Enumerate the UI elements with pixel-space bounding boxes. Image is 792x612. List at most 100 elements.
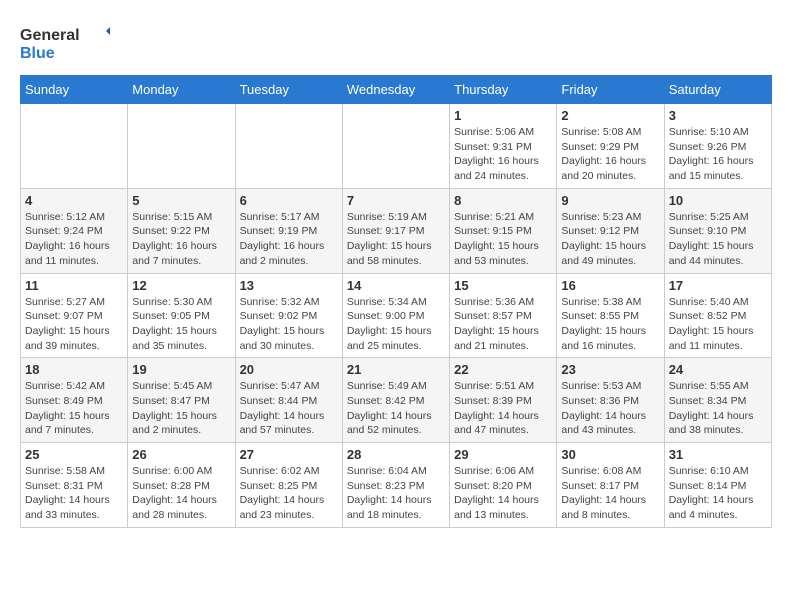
day-info: Sunrise: 5:47 AMSunset: 8:44 PMDaylight:… [240, 379, 338, 438]
cell-w2-d2: 5Sunrise: 5:15 AMSunset: 9:22 PMDaylight… [128, 188, 235, 273]
day-number: 4 [25, 193, 123, 208]
day-info: Sunrise: 5:06 AMSunset: 9:31 PMDaylight:… [454, 125, 552, 184]
cell-w2-d5: 8 Sunrise: 5:21 AMSunset: 9:15 PMDaylight… [450, 188, 557, 273]
logo-svg: General Blue [20, 20, 110, 65]
day-info: Sunrise: 6:06 AMSunset: 8:20 PMDaylight:… [454, 464, 552, 523]
day-number: 25 [25, 447, 123, 462]
day-info: Sunrise: 5:36 AMSunset: 8:57 PMDaylight:… [454, 295, 552, 354]
day-info: Sunrise: 5:12 AMSunset: 9:24 PMDaylight:… [25, 210, 123, 269]
cell-w4-d6: 23 Sunrise: 5:53 AMSunset: 8:36 PMDayligh… [557, 358, 664, 443]
day-info: Sunrise: 5:40 AMSunset: 8:52 PMDaylight:… [669, 295, 767, 354]
week-row-5: 25Sunrise: 5:58 AMSunset: 8:31 PMDayligh… [21, 443, 772, 528]
cell-w5-d1: 25Sunrise: 5:58 AMSunset: 8:31 PMDayligh… [21, 443, 128, 528]
day-info: Sunrise: 5:51 AMSunset: 8:39 PMDaylight:… [454, 379, 552, 438]
cell-w2-d3: 6Sunrise: 5:17 AMSunset: 9:19 PMDaylight… [235, 188, 342, 273]
day-number: 18 [25, 362, 123, 377]
day-info: Sunrise: 6:08 AMSunset: 8:17 PMDaylight:… [561, 464, 659, 523]
day-number: 17 [669, 278, 767, 293]
cell-w3-d2: 12Sunrise: 5:30 AMSunset: 9:05 PMDayligh… [128, 273, 235, 358]
day-number: 20 [240, 362, 338, 377]
cell-w1-d1 [21, 104, 128, 189]
day-info: Sunrise: 6:00 AMSunset: 8:28 PMDaylight:… [132, 464, 230, 523]
day-number: 27 [240, 447, 338, 462]
day-number: 6 [240, 193, 338, 208]
day-info: Sunrise: 5:53 AMSunset: 8:36 PMDaylight:… [561, 379, 659, 438]
cell-w3-d1: 11Sunrise: 5:27 AMSunset: 9:07 PMDayligh… [21, 273, 128, 358]
day-number: 21 [347, 362, 445, 377]
cell-w2-d4: 7 Sunrise: 5:19 AMSunset: 9:17 PMDaylight… [342, 188, 449, 273]
day-number: 15 [454, 278, 552, 293]
cell-w4-d3: 20 Sunrise: 5:47 AMSunset: 8:44 PMDayligh… [235, 358, 342, 443]
day-info: Sunrise: 5:38 AMSunset: 8:55 PMDaylight:… [561, 295, 659, 354]
cell-w2-d6: 9 Sunrise: 5:23 AMSunset: 9:12 PMDaylight… [557, 188, 664, 273]
day-info: Sunrise: 5:49 AMSunset: 8:42 PMDaylight:… [347, 379, 445, 438]
page-header: General Blue [20, 20, 772, 65]
cell-w1-d3 [235, 104, 342, 189]
day-number: 16 [561, 278, 659, 293]
svg-text:Blue: Blue [20, 45, 55, 62]
day-info: Sunrise: 6:10 AMSunset: 8:14 PMDaylight:… [669, 464, 767, 523]
cell-w3-d3: 13Sunrise: 5:32 AMSunset: 9:02 PMDayligh… [235, 273, 342, 358]
header-saturday: Saturday [664, 76, 771, 104]
header-thursday: Thursday [450, 76, 557, 104]
week-row-1: 1Sunrise: 5:06 AMSunset: 9:31 PMDaylight… [21, 104, 772, 189]
cell-w1-d7: 3 Sunrise: 5:10 AMSunset: 9:26 PMDaylight… [664, 104, 771, 189]
day-number: 24 [669, 362, 767, 377]
day-number: 8 [454, 193, 552, 208]
day-info: Sunrise: 5:25 AMSunset: 9:10 PMDaylight:… [669, 210, 767, 269]
cell-w2-d7: 10 Sunrise: 5:25 AMSunset: 9:10 PMDayligh… [664, 188, 771, 273]
cell-w1-d6: 2 Sunrise: 5:08 AMSunset: 9:29 PMDaylight… [557, 104, 664, 189]
week-row-4: 18 Sunrise: 5:42 AMSunset: 8:49 PMDayligh… [21, 358, 772, 443]
calendar-header-row: SundayMondayTuesdayWednesdayThursdayFrid… [21, 76, 772, 104]
cell-w1-d2 [128, 104, 235, 189]
day-info: Sunrise: 5:19 AMSunset: 9:17 PMDaylight:… [347, 210, 445, 269]
day-number: 30 [561, 447, 659, 462]
day-number: 3 [669, 108, 767, 123]
day-number: 10 [669, 193, 767, 208]
day-number: 23 [561, 362, 659, 377]
cell-w5-d5: 29 Sunrise: 6:06 AMSunset: 8:20 PMDayligh… [450, 443, 557, 528]
calendar-table: SundayMondayTuesdayWednesdayThursdayFrid… [20, 75, 772, 528]
day-info: Sunrise: 5:23 AMSunset: 9:12 PMDaylight:… [561, 210, 659, 269]
day-number: 22 [454, 362, 552, 377]
week-row-3: 11Sunrise: 5:27 AMSunset: 9:07 PMDayligh… [21, 273, 772, 358]
day-number: 29 [454, 447, 552, 462]
day-info: Sunrise: 5:32 AMSunset: 9:02 PMDaylight:… [240, 295, 338, 354]
cell-w4-d5: 22 Sunrise: 5:51 AMSunset: 8:39 PMDayligh… [450, 358, 557, 443]
logo: General Blue [20, 20, 110, 65]
day-number: 9 [561, 193, 659, 208]
day-number: 19 [132, 362, 230, 377]
day-info: Sunrise: 6:04 AMSunset: 8:23 PMDaylight:… [347, 464, 445, 523]
day-info: Sunrise: 5:21 AMSunset: 9:15 PMDaylight:… [454, 210, 552, 269]
day-info: Sunrise: 5:15 AMSunset: 9:22 PMDaylight:… [132, 210, 230, 269]
cell-w1-d5: 1Sunrise: 5:06 AMSunset: 9:31 PMDaylight… [450, 104, 557, 189]
day-info: Sunrise: 5:27 AMSunset: 9:07 PMDaylight:… [25, 295, 123, 354]
day-info: Sunrise: 5:30 AMSunset: 9:05 PMDaylight:… [132, 295, 230, 354]
svg-text:General: General [20, 27, 80, 44]
cell-w3-d6: 16 Sunrise: 5:38 AMSunset: 8:55 PMDayligh… [557, 273, 664, 358]
cell-w5-d3: 27 Sunrise: 6:02 AMSunset: 8:25 PMDayligh… [235, 443, 342, 528]
day-info: Sunrise: 6:02 AMSunset: 8:25 PMDaylight:… [240, 464, 338, 523]
day-info: Sunrise: 5:34 AMSunset: 9:00 PMDaylight:… [347, 295, 445, 354]
cell-w1-d4 [342, 104, 449, 189]
day-number: 26 [132, 447, 230, 462]
day-number: 31 [669, 447, 767, 462]
cell-w4-d7: 24 Sunrise: 5:55 AMSunset: 8:34 PMDayligh… [664, 358, 771, 443]
cell-w3-d4: 14Sunrise: 5:34 AMSunset: 9:00 PMDayligh… [342, 273, 449, 358]
header-tuesday: Tuesday [235, 76, 342, 104]
week-row-2: 4 Sunrise: 5:12 AMSunset: 9:24 PMDaylight… [21, 188, 772, 273]
cell-w4-d2: 19Sunrise: 5:45 AMSunset: 8:47 PMDayligh… [128, 358, 235, 443]
day-info: Sunrise: 5:42 AMSunset: 8:49 PMDaylight:… [25, 379, 123, 438]
cell-w3-d5: 15 Sunrise: 5:36 AMSunset: 8:57 PMDayligh… [450, 273, 557, 358]
day-number: 2 [561, 108, 659, 123]
day-info: Sunrise: 5:08 AMSunset: 9:29 PMDaylight:… [561, 125, 659, 184]
day-info: Sunrise: 5:55 AMSunset: 8:34 PMDaylight:… [669, 379, 767, 438]
header-sunday: Sunday [21, 76, 128, 104]
header-monday: Monday [128, 76, 235, 104]
day-number: 7 [347, 193, 445, 208]
header-wednesday: Wednesday [342, 76, 449, 104]
day-info: Sunrise: 5:10 AMSunset: 9:26 PMDaylight:… [669, 125, 767, 184]
cell-w3-d7: 17 Sunrise: 5:40 AMSunset: 8:52 PMDayligh… [664, 273, 771, 358]
cell-w5-d6: 30 Sunrise: 6:08 AMSunset: 8:17 PMDayligh… [557, 443, 664, 528]
cell-w5-d7: 31 Sunrise: 6:10 AMSunset: 8:14 PMDayligh… [664, 443, 771, 528]
